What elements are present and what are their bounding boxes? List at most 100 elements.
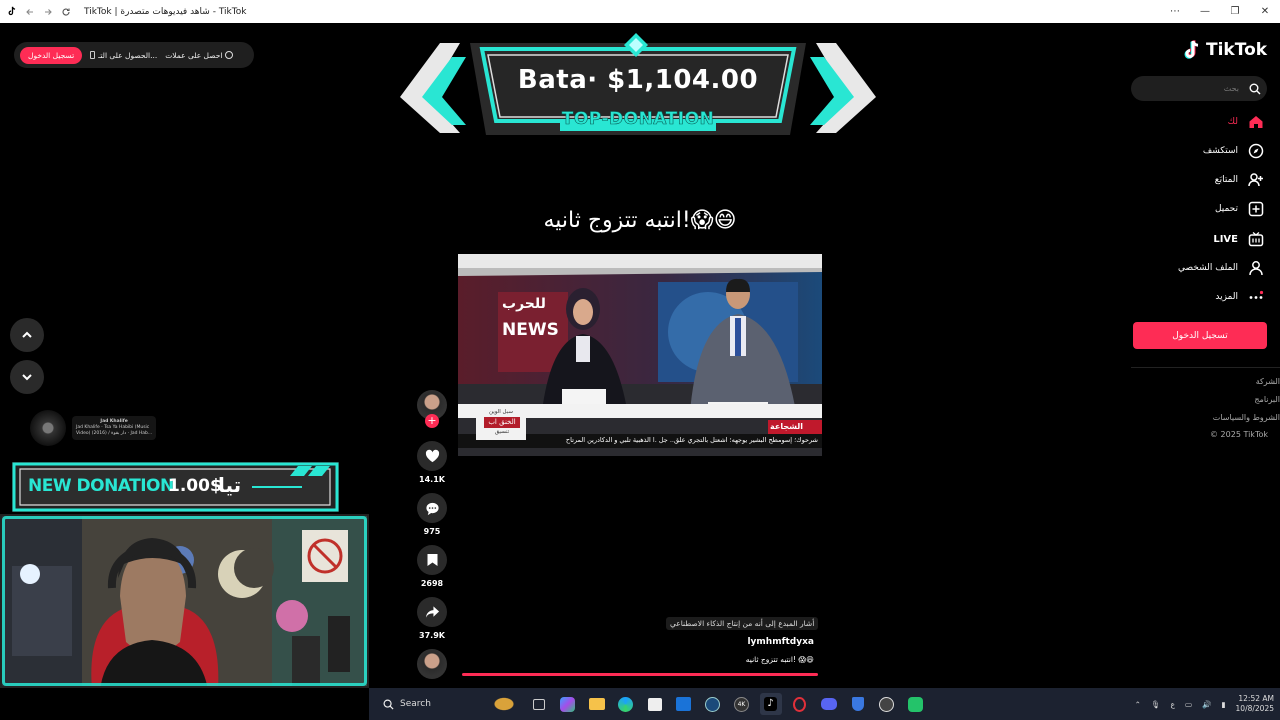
sidebar-item-live[interactable]: LIVE xyxy=(1213,231,1264,247)
sound-avatar[interactable] xyxy=(417,649,447,679)
clock-time: 12:52 AM xyxy=(1238,693,1274,703)
sidebar-item-more[interactable]: المزيد xyxy=(1215,289,1264,305)
bookmark-icon[interactable] xyxy=(417,545,447,575)
network-icon[interactable]: ▭ xyxy=(1185,700,1192,709)
sidebar-item-profile[interactable]: الملف الشخصي xyxy=(1178,260,1264,276)
tiktok-icon[interactable]: ♪ xyxy=(759,693,782,715)
sidebar-item-label: تحميل xyxy=(1214,204,1238,214)
home-icon xyxy=(1248,114,1264,130)
search-input[interactable]: بحث xyxy=(1131,76,1267,101)
m365-icon[interactable] xyxy=(557,693,579,715)
like-action[interactable]: 14.1K xyxy=(416,441,448,484)
microphone-icon[interactable]: 🎙 xyxy=(1151,700,1161,709)
minimize-icon[interactable]: — xyxy=(1190,6,1220,17)
get-app-label: الحصول على التـ... xyxy=(98,50,158,60)
back-icon[interactable] xyxy=(24,6,36,18)
next-video-button[interactable] xyxy=(10,360,44,394)
sidebar-divider xyxy=(1131,367,1280,368)
search-placeholder: بحث xyxy=(1223,84,1239,93)
donation-name: تيا xyxy=(218,473,242,497)
sidebar-item-for-you[interactable]: لك xyxy=(1228,114,1264,130)
previous-video-button[interactable] xyxy=(10,318,44,352)
top-actions-pill: تسجيل الدخول الحصول على التـ... احصل على… xyxy=(14,42,254,68)
volume-icon[interactable]: 🔊 xyxy=(1202,700,1211,709)
weather-icon[interactable] xyxy=(486,693,521,715)
discord-icon[interactable] xyxy=(818,693,840,715)
music-info: Jad Khalife Jad Khalife · Tsa Ya Habibi … xyxy=(72,415,157,441)
footer-link-terms[interactable]: الشروط والسياسات xyxy=(1213,413,1280,422)
get-app-link[interactable]: الحصول على التـ... xyxy=(90,51,157,60)
login-button-top[interactable]: تسجيل الدخول xyxy=(20,46,83,64)
news-lower-box-main: الخنق اب xyxy=(488,418,516,426)
share-icon[interactable] xyxy=(417,597,447,627)
4k-icon[interactable]: 4K xyxy=(731,693,753,715)
save-action[interactable]: 2698 xyxy=(416,545,448,588)
footer-copyright: © 2025 TikTok xyxy=(1210,430,1268,439)
comment-action[interactable]: 975 xyxy=(416,493,448,536)
like-count: 14.1K xyxy=(419,475,445,484)
steam-icon[interactable] xyxy=(702,693,724,715)
news-channel-tag: الشجاعة xyxy=(770,422,803,431)
windows-taskbar: Search 4K ♪ ⌃ 🎙 ع ▭ 🔊 ▮ 12:52 AM 10/8/20… xyxy=(369,688,1280,720)
sidebar-item-following[interactable]: المتابَع xyxy=(1215,172,1264,188)
tiktok-logo-text: TikTok xyxy=(1206,40,1268,60)
sidebar-item-explore[interactable]: استكشف xyxy=(1203,143,1264,159)
battery-icon[interactable]: ▮ xyxy=(1221,700,1225,709)
login-button[interactable]: تسجيل الدخول xyxy=(1133,322,1267,349)
forward-icon[interactable] xyxy=(42,6,54,18)
music-disc-icon xyxy=(30,410,66,446)
task-view-icon[interactable] xyxy=(528,693,550,715)
ai-generated-tag: أشار المبدع إلى أنه من إنتاج الذكاء الاص… xyxy=(666,617,819,630)
restore-icon[interactable]: ❐ xyxy=(1220,6,1250,17)
clock-date: 10/8/2025 xyxy=(1235,704,1274,713)
share-action[interactable]: 37.9K xyxy=(416,597,448,640)
taskbar-search[interactable]: Search xyxy=(383,699,483,710)
outlook-icon[interactable] xyxy=(673,693,695,715)
comment-icon[interactable] xyxy=(417,493,447,523)
taskbar-clock[interactable]: 12:52 AM 10/8/2025 xyxy=(1236,694,1274,714)
more-dots-icon xyxy=(1248,289,1264,305)
tiktok-page: تسجيل الدخول الحصول على التـ... احصل على… xyxy=(0,23,1280,688)
profile-icon xyxy=(1248,260,1264,276)
follow-plus-icon[interactable]: + xyxy=(425,414,439,428)
sound-avatar-action[interactable] xyxy=(416,649,448,679)
video-player[interactable]: NEWS للحرب الشجاعة سبل الوين الخنق اب تن… xyxy=(458,254,822,456)
file-explorer-icon[interactable] xyxy=(586,693,608,715)
search-icon xyxy=(383,699,394,710)
search-icon[interactable] xyxy=(1249,83,1261,95)
donation-label: NEW DONATION xyxy=(28,476,174,496)
news-lower-box-sub: تنسيق xyxy=(494,429,510,435)
obs-icon[interactable] xyxy=(876,693,898,715)
live-icon xyxy=(1248,231,1264,247)
reload-icon[interactable] xyxy=(60,6,72,18)
sidebar-item-upload[interactable]: تحميل xyxy=(1215,201,1264,217)
tiktok-logo-icon xyxy=(1184,40,1199,59)
tiktok-logo[interactable]: TikTok xyxy=(1184,40,1267,60)
footer-link-company[interactable]: الشركة xyxy=(1256,377,1280,386)
shield-icon[interactable] xyxy=(847,693,869,715)
heart-icon[interactable] xyxy=(417,441,447,471)
coin-icon xyxy=(225,51,234,59)
streamer-webcam xyxy=(0,514,369,688)
chat-icon[interactable] xyxy=(905,693,927,715)
video-progress-bar[interactable] xyxy=(462,673,818,676)
close-icon[interactable]: ✕ xyxy=(1250,6,1280,17)
language-indicator[interactable]: ع xyxy=(1170,700,1174,709)
store-icon[interactable] xyxy=(644,693,666,715)
news-lower-box-top: سبل الوين xyxy=(489,409,513,415)
upload-icon xyxy=(1248,201,1264,217)
news-bg-text: للحرب xyxy=(502,296,546,312)
donation-amount: 1.00$ xyxy=(168,476,222,496)
news-overlay-text: NEWS xyxy=(502,320,559,340)
video-author[interactable]: lymhmftdyxa xyxy=(747,637,814,647)
more-icon[interactable]: ⋯ xyxy=(1160,6,1190,17)
footer-link-program[interactable]: البرنامج xyxy=(1254,395,1280,404)
get-coins-link[interactable]: احصل على عملات xyxy=(165,51,234,60)
chevron-up-icon[interactable]: ⌃ xyxy=(1135,700,1141,709)
author-avatar-action[interactable]: + xyxy=(416,390,448,428)
sidebar-item-label: الملف الشخصي xyxy=(1178,263,1238,273)
opera-gx-icon[interactable] xyxy=(789,693,811,715)
save-count: 2698 xyxy=(420,579,444,588)
music-mini-player[interactable]: Jad Khalife Jad Khalife · Tsa Ya Habibi … xyxy=(30,410,158,446)
edge-icon[interactable] xyxy=(615,693,637,715)
